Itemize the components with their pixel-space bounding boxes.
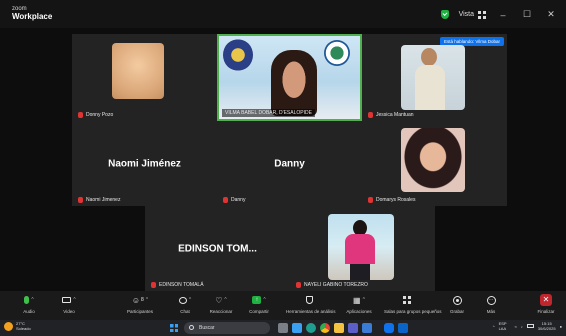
view-label: Vista: [458, 11, 474, 18]
mic-muted-icon: [78, 112, 83, 118]
microphone-icon: [24, 296, 30, 304]
participant-photo: [328, 214, 394, 280]
clock[interactable]: 15:15 30/6/2025: [538, 321, 556, 331]
file-explorer-icon[interactable]: [334, 323, 344, 333]
maximize-button[interactable]: ☐: [520, 9, 534, 20]
teams-icon[interactable]: [348, 323, 358, 333]
university-emblem: [223, 39, 253, 71]
apps-button[interactable]: ▦ ^ Aplicaciones: [336, 294, 382, 315]
zoom-taskbar-icon[interactable]: [384, 323, 394, 333]
weather-widget[interactable]: 27°C Soleado: [4, 321, 31, 331]
language-indicator[interactable]: ESP LAA: [499, 321, 511, 331]
chevron-up-icon[interactable]: ^: [31, 297, 33, 303]
close-window-button[interactable]: ✕: [544, 9, 558, 20]
end-meeting-button[interactable]: ✕ Finalizar: [532, 294, 560, 314]
video-tile-nayeli[interactable]: NAYELI GABINO TOREZRO: [290, 206, 435, 291]
more-button[interactable]: ··· Más: [468, 294, 514, 314]
security-shield-icon[interactable]: [440, 10, 449, 19]
host-person: [271, 50, 317, 116]
close-icon: ✕: [540, 294, 552, 306]
video-tile-edinson[interactable]: EDINSON TOM... EDINSON TOMALÁ: [145, 206, 290, 291]
mic-muted-icon: [223, 197, 228, 203]
zoom-logo: zoom Workplace: [12, 5, 52, 21]
analysis-tools-button[interactable]: Herramientas de análisis: [286, 294, 336, 314]
video-tile-danny[interactable]: Danny Danny: [217, 121, 362, 206]
task-view-icon[interactable]: [278, 323, 288, 333]
heart-icon: ♡: [215, 295, 223, 305]
participant-nametag: Domarys Rosales: [368, 197, 415, 203]
mic-muted-icon: [368, 112, 373, 118]
brand-bottom: Workplace: [12, 12, 53, 21]
video-tile-naomi[interactable]: Naomi Jiménez Naomi Jimenez: [72, 121, 217, 206]
mic-muted-icon: [296, 282, 301, 288]
mic-muted-icon: [78, 197, 83, 203]
participant-nametag: Danny: [223, 197, 245, 203]
grid-view-icon: [478, 10, 486, 19]
breakout-rooms-button[interactable]: Salas para grupos pequeños: [384, 294, 442, 314]
mic-muted-icon: [151, 282, 156, 288]
participant-display-name: Naomi Jiménez: [108, 158, 181, 169]
chevron-up-icon[interactable]: ^: [146, 297, 148, 303]
windows-start-icon[interactable]: [170, 324, 178, 332]
apps-icon: ▦: [353, 295, 361, 305]
video-tile-host[interactable]: VILMA BABEL DOBAR, D'ESALOPIDE: [217, 34, 362, 121]
participant-nametag: Donny Pozo: [78, 112, 113, 118]
sun-icon: [4, 321, 13, 331]
edge-icon[interactable]: [306, 323, 316, 333]
more-icon: ···: [486, 295, 496, 305]
breakout-rooms-icon: [403, 296, 411, 304]
record-icon: [452, 295, 462, 305]
widgets-icon[interactable]: [292, 323, 302, 333]
chevron-up-icon[interactable]: ^: [73, 297, 75, 303]
battery-icon[interactable]: [526, 324, 534, 328]
view-button[interactable]: Vista: [458, 10, 486, 19]
participant-nametag: Naomi Jimenez: [78, 197, 120, 203]
video-camera-icon: [62, 297, 72, 303]
video-tile-donny[interactable]: Donny Pozo: [72, 34, 217, 121]
outlook-icon[interactable]: [398, 323, 408, 333]
chat-icon: [178, 296, 187, 304]
title-bar: zoom Workplace Vista – ☐ ✕: [0, 0, 566, 28]
search-icon: [189, 325, 194, 330]
windows-taskbar: 27°C Soleado Buscar ^ ESP LAA ≈ ♪ 15:15 30…: [0, 320, 566, 336]
chevron-up-icon[interactable]: ^: [363, 297, 365, 303]
share-screen-button[interactable]: ↑ ^ Compartir: [236, 294, 282, 314]
participants-button[interactable]: ☺ 8 ^ Participantes: [117, 294, 163, 315]
participant-nametag: VILMA BABEL DOBAR, D'ESALOPIDE: [222, 109, 315, 117]
chevron-up-icon[interactable]: ^: [263, 297, 265, 303]
video-button[interactable]: ^ Video: [46, 294, 92, 314]
taskbar-search[interactable]: Buscar: [184, 322, 270, 334]
shield-icon: [305, 296, 313, 304]
participant-photo: [112, 43, 164, 99]
chevron-up-icon[interactable]: ^: [493, 324, 495, 329]
participants-icon: ☺: [131, 295, 141, 305]
wifi-icon[interactable]: ≈: [515, 324, 517, 329]
participant-photo: [401, 45, 465, 110]
system-tray: ^ ESP LAA ≈ ♪ 15:15 30/6/2025 ●: [493, 321, 562, 331]
chrome-icon[interactable]: [320, 323, 330, 333]
minimize-button[interactable]: –: [496, 10, 510, 20]
speaker-icon[interactable]: ♪: [521, 324, 523, 329]
chevron-up-icon[interactable]: ^: [189, 297, 191, 303]
participant-photo: [401, 128, 465, 192]
share-screen-icon: ↑: [252, 296, 262, 304]
participant-nametag: NAYELI GABINO TOREZRO: [296, 282, 368, 288]
notification-icon[interactable]: ●: [560, 324, 562, 329]
participant-display-name: Danny: [274, 158, 305, 169]
participant-nametag: Jessica Mantuan: [368, 112, 414, 118]
mic-muted-icon: [368, 197, 373, 203]
participant-display-name: EDINSON TOM...: [178, 243, 257, 254]
meeting-toolbar: ^ Audio ^ Video ☺ 8 ^ Participantes ^ Chat…: [0, 291, 566, 320]
video-tile-domarys[interactable]: Domarys Rosales: [362, 121, 507, 206]
faculty-emblem: [324, 40, 350, 66]
chevron-up-icon[interactable]: ^: [224, 297, 226, 303]
store-icon[interactable]: [362, 323, 372, 333]
participant-nametag: EDINSON TOMALÁ: [151, 282, 204, 288]
video-tile-jessica[interactable]: Está hablando: Vilma Dobar Jessica Mantu…: [362, 34, 507, 121]
participants-count: 8: [141, 297, 144, 303]
